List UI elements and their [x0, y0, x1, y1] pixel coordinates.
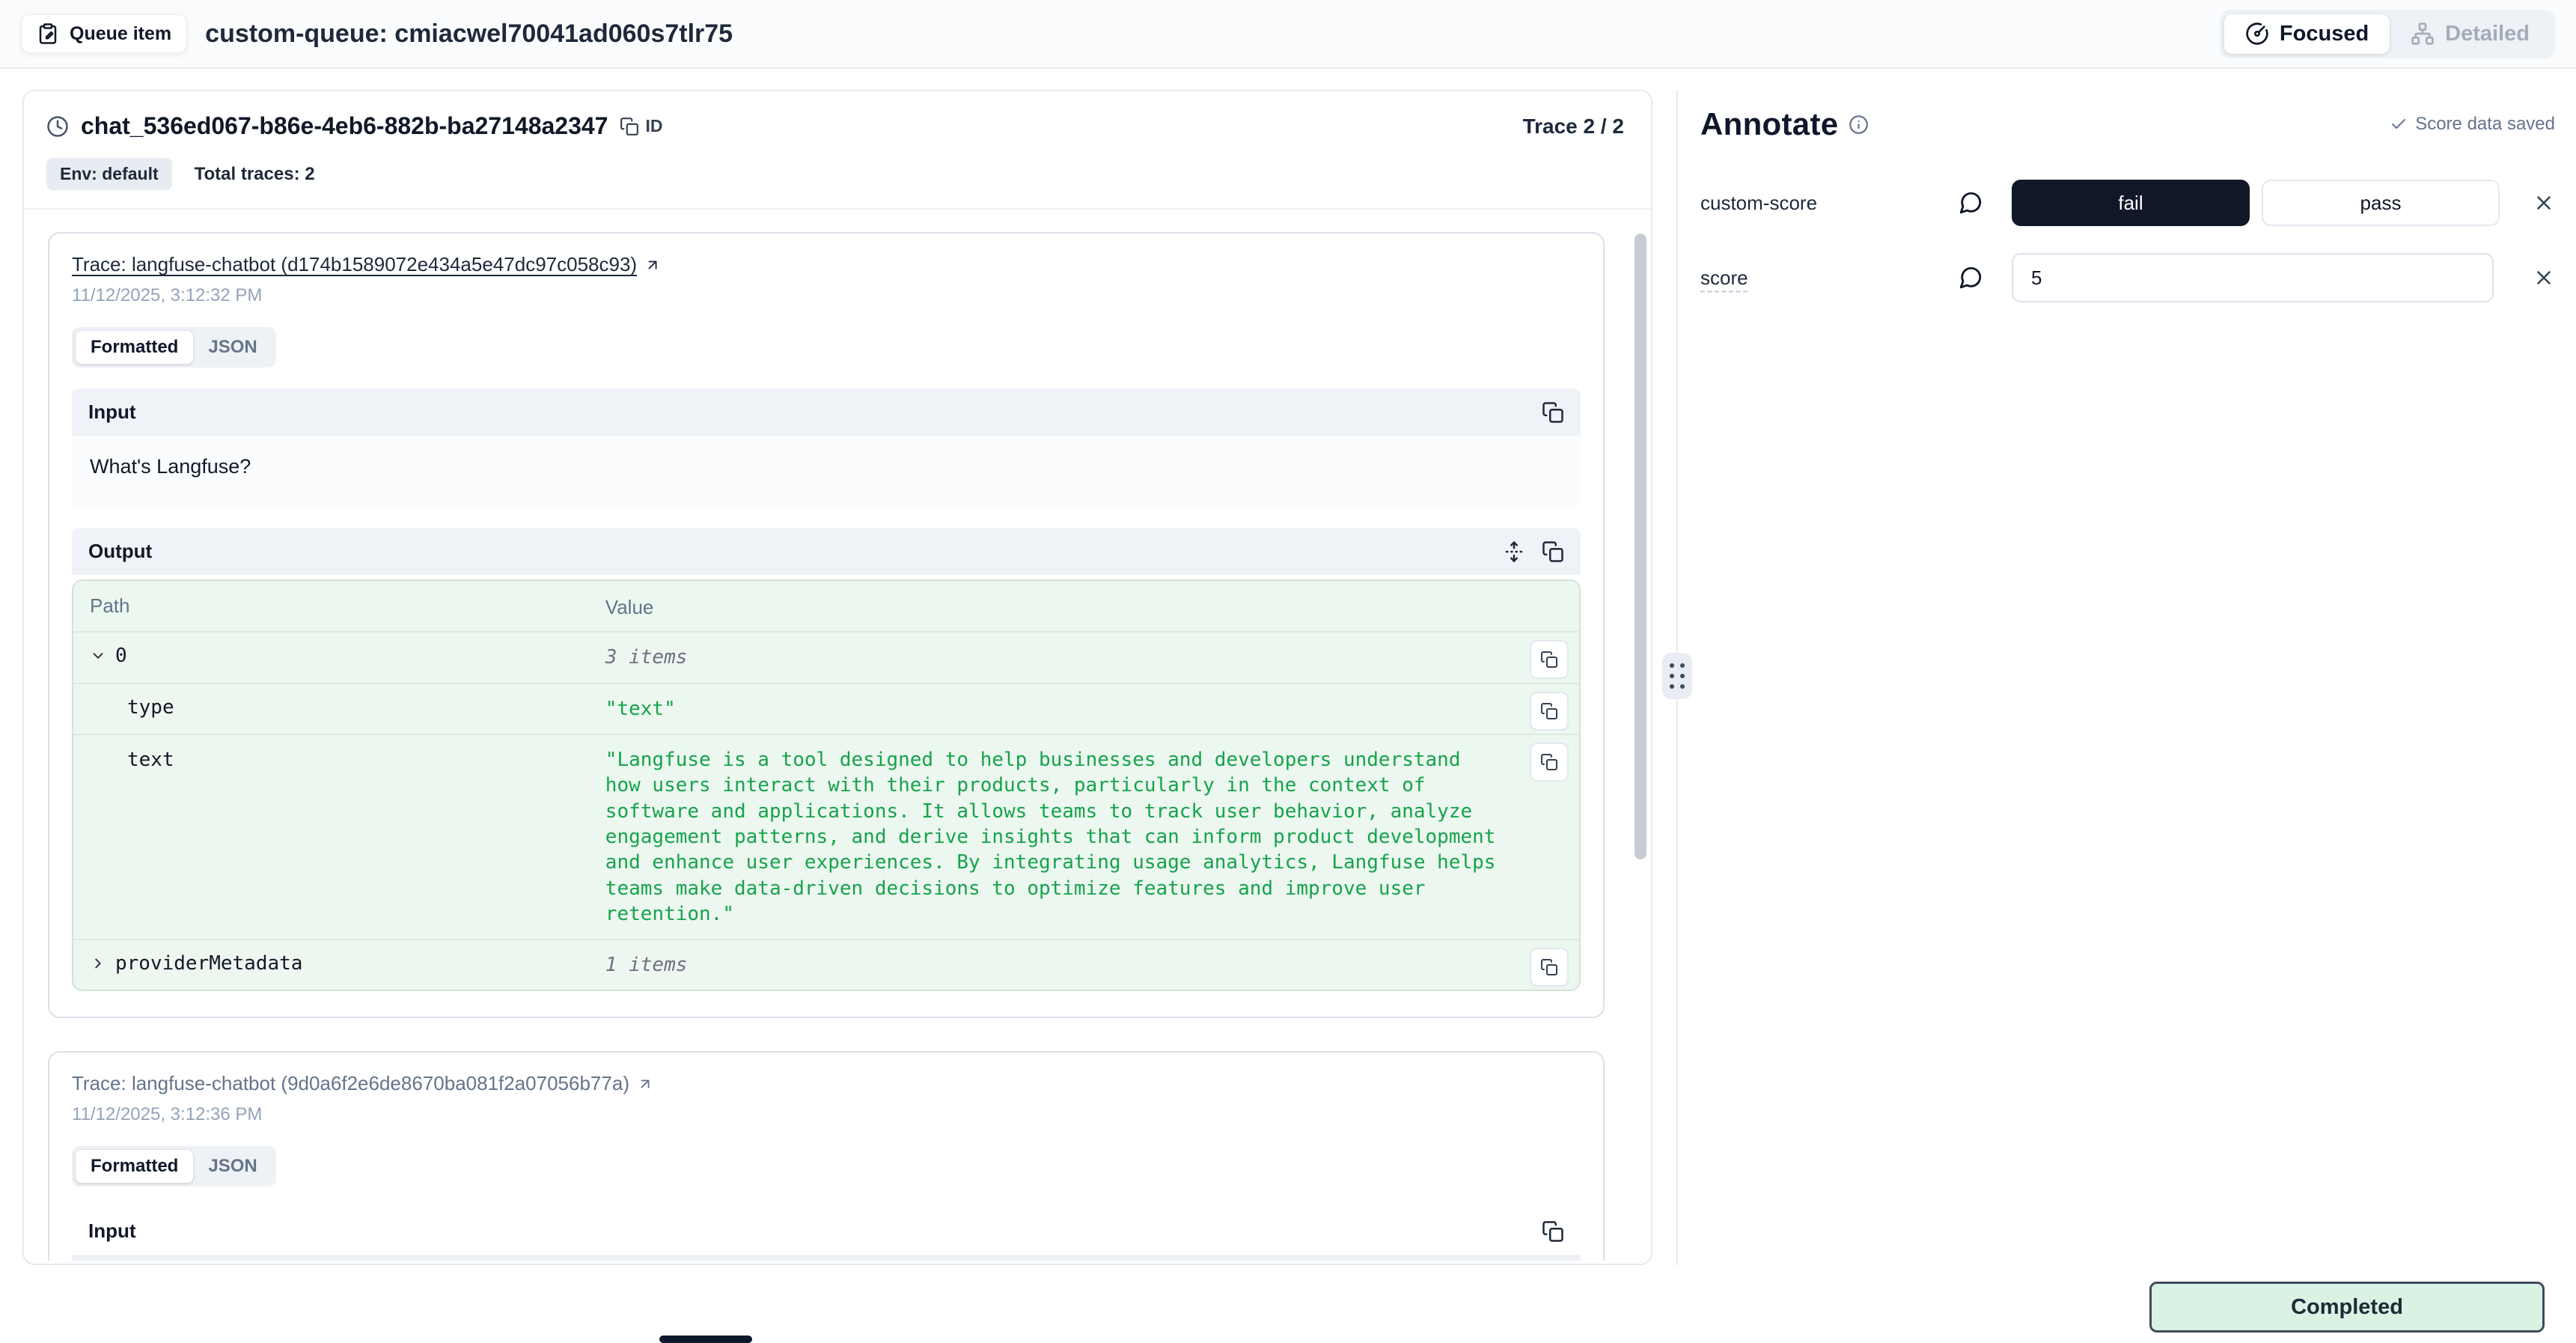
item-title: chat_536ed067-b86e-4eb6-882b-ba27148a234…	[81, 112, 608, 140]
comment-bubble-icon[interactable]	[1929, 265, 2012, 290]
input-label: Input	[88, 1219, 136, 1243]
focused-view-label: Focused	[2280, 22, 2369, 46]
path-column-header: Path	[90, 594, 130, 618]
trace-1-format-tabs: Formatted JSON	[72, 327, 276, 368]
tab-json[interactable]: JSON	[193, 1150, 272, 1183]
completed-button[interactable]: Completed	[2149, 1282, 2545, 1333]
save-status-label: Score data saved	[2415, 114, 2555, 135]
fail-option-button[interactable]: fail	[2012, 180, 2250, 226]
view-mode-toggle: Focused Detailed	[2220, 10, 2555, 58]
trace-2-link[interactable]: Trace: langfuse-chatbot (9d0a6f2e6de8670…	[72, 1072, 653, 1095]
trace-1-timestamp: 11/12/2025, 3:12:32 PM	[72, 285, 1581, 306]
id-label: ID	[645, 116, 662, 136]
pass-option-button[interactable]: pass	[2262, 180, 2500, 226]
trace-card-1: Trace: langfuse-chatbot (d174b1589072e43…	[48, 232, 1605, 1018]
queue-item-badge: Queue item	[21, 14, 187, 53]
vertical-scrollbar[interactable]	[1635, 234, 1646, 859]
gauge-icon	[2245, 22, 2269, 46]
row-value: 3 items	[605, 645, 1563, 670]
chevron-down-icon[interactable]	[90, 648, 106, 664]
trace-2-link-label: Trace: langfuse-chatbot (9d0a6f2e6de8670…	[72, 1072, 629, 1095]
copy-row-button[interactable]	[1530, 692, 1569, 731]
annotate-title: Annotate	[1700, 106, 1838, 142]
env-badge: Env: default	[46, 158, 172, 190]
row-path: 0	[115, 645, 127, 667]
tree-hierarchy-icon	[2411, 22, 2435, 46]
copy-id-button[interactable]: ID	[620, 116, 662, 136]
clipboard-pen-icon	[37, 22, 59, 45]
queue-item-panel-header: chat_536ed067-b86e-4eb6-882b-ba27148a234…	[24, 91, 1651, 210]
trace-1-link-label: Trace: langfuse-chatbot (d174b1589072e43…	[72, 253, 637, 276]
row-value: 1 items	[605, 952, 1563, 978]
row-value: "Langfuse is a tool designed to help bus…	[605, 747, 1563, 927]
custom-score-label: custom-score	[1700, 192, 1929, 215]
trace-1-input-text: What's Langfuse?	[72, 436, 1581, 507]
copy-icon[interactable]	[1542, 1220, 1564, 1243]
chevron-right-icon[interactable]	[90, 955, 106, 972]
external-link-icon	[644, 257, 661, 273]
custom-score-row: custom-score fail pass	[1700, 180, 2555, 226]
value-column-header: Value	[605, 596, 654, 618]
trace-1-output-section: Output Path Valu	[72, 528, 1581, 997]
table-row: type "text"	[73, 683, 1579, 734]
queue-item-page: Queue item custom-queue: cmiacwel70041ad…	[0, 0, 2576, 1343]
trace-counter: Trace 2 / 2	[1523, 115, 1624, 138]
copy-row-button[interactable]	[1530, 948, 1569, 987]
save-status: Score data saved	[2390, 114, 2555, 135]
trace-1-input-section: Input What's Langfuse?	[72, 389, 1581, 507]
score-label: score	[1700, 267, 1929, 290]
copy-row-button[interactable]	[1530, 743, 1569, 782]
copy-icon[interactable]	[1542, 540, 1564, 563]
bottom-indicator-bar	[659, 1336, 752, 1343]
tab-formatted[interactable]: Formatted	[76, 1150, 193, 1183]
check-icon	[2390, 115, 2408, 133]
row-path: text	[127, 749, 174, 771]
info-icon[interactable]	[1849, 115, 1869, 135]
detailed-view-label: Detailed	[2445, 22, 2530, 46]
trace-2-input-text: How to get user feedback in my traces?	[72, 1255, 1581, 1261]
detailed-view-button[interactable]: Detailed	[2390, 14, 2551, 54]
queue-item-panel: chat_536ed067-b86e-4eb6-882b-ba27148a234…	[22, 90, 1652, 1265]
table-row: 0 3 items	[73, 631, 1579, 682]
tab-json[interactable]: JSON	[193, 331, 272, 364]
expand-icon[interactable]	[1503, 540, 1525, 563]
row-value: "text"	[605, 696, 1563, 722]
trace-list: Trace: langfuse-chatbot (d174b1589072e43…	[24, 210, 1651, 1261]
queue-item-badge-label: Queue item	[70, 23, 171, 45]
total-traces-label: Total traces: 2	[195, 164, 315, 185]
trace-2-format-tabs: Formatted JSON	[72, 1146, 276, 1187]
focused-view-button[interactable]: Focused	[2224, 14, 2390, 54]
table-row: providerMetadata 1 items	[73, 939, 1579, 990]
row-path: providerMetadata	[115, 952, 302, 975]
annotate-panel: Annotate Score data saved custom-score f…	[1700, 90, 2555, 1265]
output-label: Output	[88, 540, 152, 563]
external-link-icon	[637, 1076, 653, 1092]
copy-row-button[interactable]	[1530, 640, 1569, 679]
remove-score-button[interactable]	[2533, 192, 2555, 214]
tab-formatted[interactable]: Formatted	[76, 331, 193, 364]
trace-2-input-section: Input How to get user feedback in my tra…	[72, 1208, 1581, 1261]
copy-icon[interactable]	[1542, 401, 1564, 424]
input-label: Input	[88, 401, 136, 424]
row-path: type	[127, 696, 174, 719]
score-value-input[interactable]: 5	[2012, 253, 2494, 302]
trace-2-timestamp: 11/12/2025, 3:12:36 PM	[72, 1104, 1581, 1125]
page-title: custom-queue: cmiacwel70041ad060s7tlr75	[205, 19, 733, 49]
score-row: score 5	[1700, 253, 2555, 302]
resize-drag-handle[interactable]	[1662, 653, 1692, 699]
remove-score-button[interactable]	[2533, 267, 2555, 289]
top-bar: Queue item custom-queue: cmiacwel70041ad…	[0, 0, 2576, 69]
trace-1-link[interactable]: Trace: langfuse-chatbot (d174b1589072e43…	[72, 253, 661, 276]
table-row: text "Langfuse is a tool designed to hel…	[73, 734, 1579, 939]
trace-1-output-table: Path Value 0 3 items type	[72, 579, 1581, 991]
grip-dots-icon	[1670, 663, 1685, 689]
comment-bubble-icon[interactable]	[1929, 190, 2012, 216]
trace-card-2: Trace: langfuse-chatbot (9d0a6f2e6de8670…	[48, 1051, 1605, 1261]
clock-icon	[46, 115, 69, 138]
